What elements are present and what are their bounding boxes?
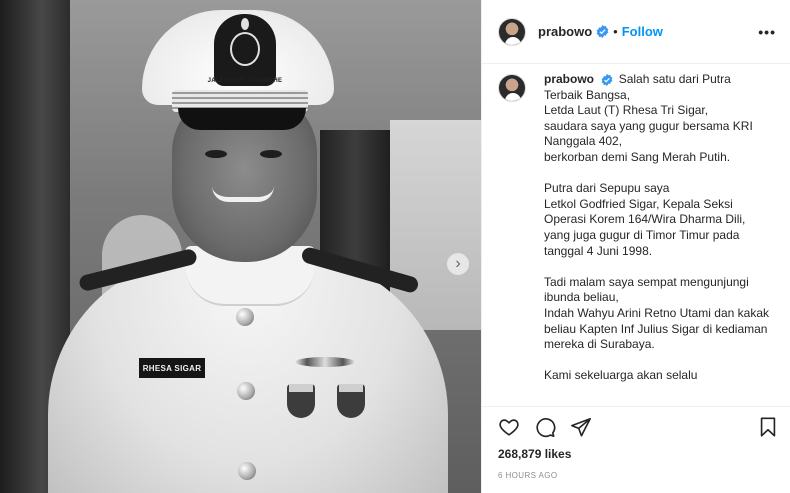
caption-line: Tadi malam saya sempat mengunjungi ibund… [544, 274, 749, 305]
avatar[interactable] [498, 74, 526, 102]
caption-line: Kami sekeluarga akan selalu [544, 368, 698, 383]
caption-text: prabowo Salah satu dari Putra Terbaik Ba… [544, 72, 769, 384]
likes-count[interactable]: 268,879 likes [498, 447, 571, 461]
photo-background-window [390, 120, 481, 330]
cap-visor [178, 108, 306, 130]
uniform-button [237, 382, 255, 400]
caption-paragraph: Tadi malam saya sempat mengunjungi ibund… [544, 275, 769, 353]
caption-line: berkorban demi Sang Merah Putih. [544, 149, 731, 164]
smile [212, 186, 274, 202]
next-photo-button[interactable]: › [447, 253, 469, 275]
caption-row: prabowo Salah satu dari Putra Terbaik Ba… [498, 72, 775, 384]
nameplate: RHESA SIGAR [139, 358, 205, 378]
avatar[interactable] [498, 17, 526, 46]
medal-icon [337, 384, 365, 418]
badge-anchor-ring [230, 32, 260, 66]
caption-paragraph: Kami sekeluarga akan selalu [544, 368, 769, 384]
caption-line: Indah Wahyu Arini Retno Utami dan kakak … [544, 305, 770, 352]
medal-ribbon [289, 384, 313, 392]
caption-line: Letkol Godfried Sigar, Kepala Seksi Oper… [544, 196, 746, 227]
caption-line: yang juga gugur di Timor Timur pada tang… [544, 227, 740, 258]
verified-badge-icon [596, 25, 609, 38]
caption-area[interactable]: prabowo Salah satu dari Putra Terbaik Ba… [482, 64, 790, 406]
caption-line: Putra dari Sepupu saya [544, 181, 670, 196]
separator-dot: • [613, 24, 618, 39]
wings-insignia-icon [295, 357, 355, 367]
bookmark-icon[interactable] [755, 414, 781, 440]
caption-line: saudara saya yang gugur bersama KRI Nang… [544, 118, 753, 149]
follow-button[interactable]: Follow [622, 24, 663, 39]
more-options-button[interactable]: ••• [758, 24, 776, 40]
left-eye [205, 150, 227, 158]
username-link[interactable]: prabowo [538, 24, 592, 39]
uniform-button [236, 308, 254, 326]
uniform-button [238, 462, 256, 480]
comment-icon[interactable] [532, 414, 558, 440]
right-eye [260, 150, 282, 158]
caption-paragraph: Putra dari Sepupu saya Letkol Godfried S… [544, 181, 769, 259]
medal-ribbon [339, 384, 363, 392]
post-timestamp[interactable]: 6 HOURS AGO [498, 471, 558, 480]
instagram-post: JALESVEVA JAYAMAHE RHESA SIGAR › prabowo… [0, 0, 790, 493]
post-photo[interactable]: JALESVEVA JAYAMAHE RHESA SIGAR › [0, 0, 481, 493]
caption-fade [482, 390, 790, 406]
heart-icon[interactable] [496, 414, 522, 440]
caption-username-link[interactable]: prabowo [544, 72, 594, 86]
verified-badge-icon [601, 73, 613, 86]
caption-line: Letda Laut (T) Rhesa Tri Sigar, [544, 103, 709, 118]
share-icon[interactable] [568, 414, 594, 440]
cap-badge-icon [214, 14, 276, 86]
caption-paragraph: prabowo Salah satu dari Putra Terbaik Ba… [544, 72, 769, 166]
post-header: prabowo • Follow ••• [482, 0, 790, 64]
badge-mark [241, 18, 249, 30]
cap-motto: JALESVEVA JAYAMAHE [207, 78, 283, 84]
post-side-panel: prabowo • Follow ••• prabowo Salah satu … [481, 0, 790, 493]
action-bar [482, 406, 790, 446]
medal-icon [287, 384, 315, 418]
